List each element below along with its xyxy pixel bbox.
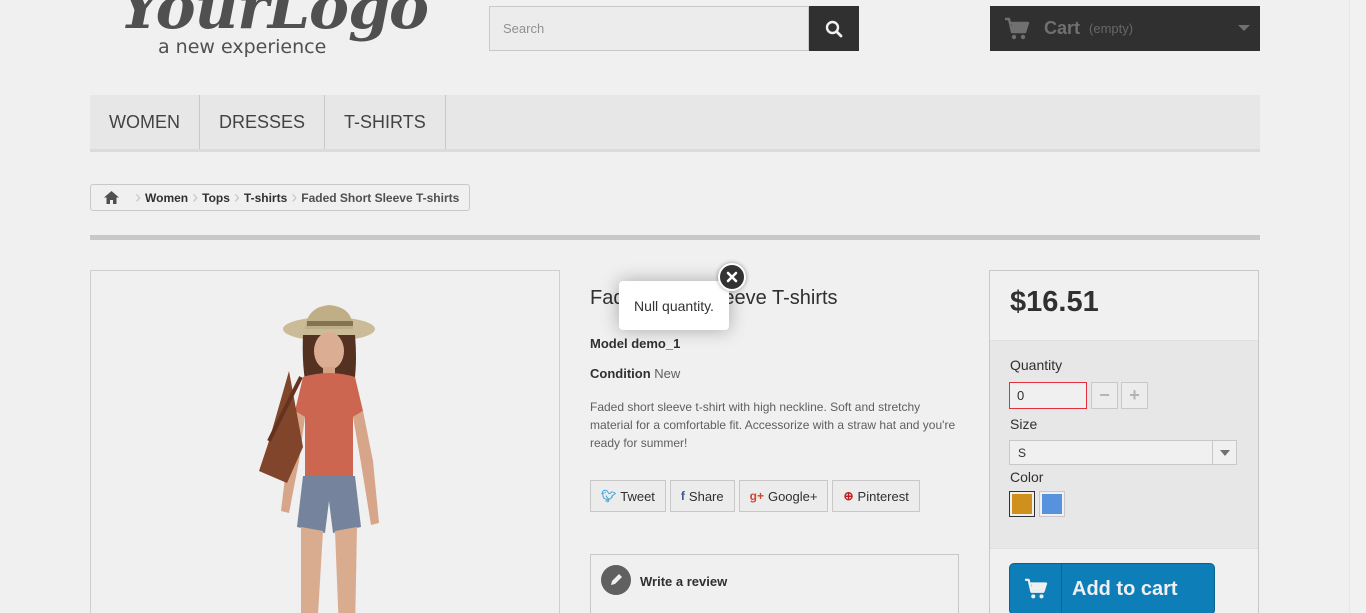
error-popup: Null quantity. [619, 281, 729, 330]
scrollbar[interactable] [1349, 0, 1366, 613]
popup-close-button[interactable] [718, 263, 746, 291]
popup-message: Null quantity. [634, 297, 714, 314]
close-icon [726, 271, 738, 283]
